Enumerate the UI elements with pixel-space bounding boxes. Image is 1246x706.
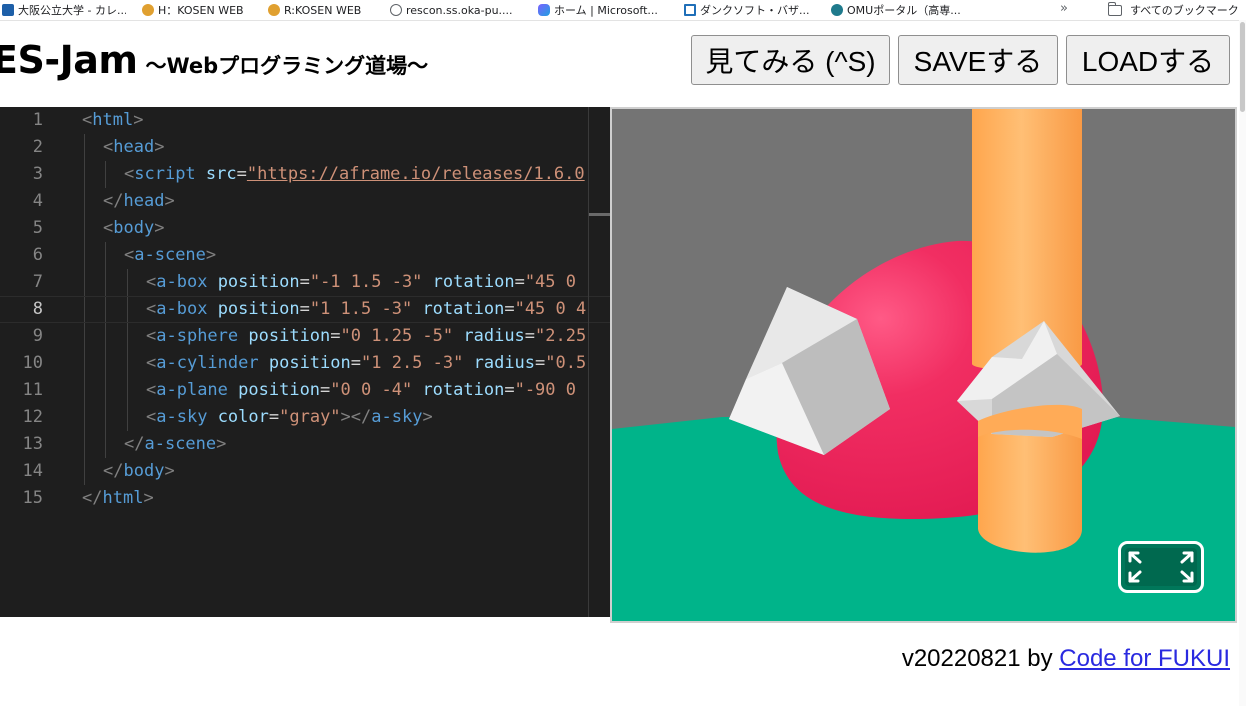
code-line: 15 </html> [0, 485, 610, 512]
all-bookmarks-folder[interactable]: すべてのブックマーク [1107, 1, 1239, 18]
folder-icon [1107, 1, 1122, 16]
line-number: 10 [22, 353, 43, 373]
fullscreen-icon[interactable] [1118, 541, 1204, 593]
bookmark-label: 大阪公立大学 - カレ... [18, 4, 126, 17]
bookmark-label: OMUポータル（高専... [847, 4, 961, 17]
folder-label: すべてのブックマーク [1130, 4, 1239, 17]
bookmark-microsoft[interactable]: ホーム | Microsoft... [538, 2, 670, 18]
house-icon [684, 4, 696, 16]
microsoft-icon [538, 4, 550, 16]
code-line: 1 <html> [0, 107, 610, 134]
app-name: ES-Jam [0, 38, 138, 82]
bookmark-rescon[interactable]: rescon.ss.oka-pu.... [390, 2, 525, 18]
line-number: 8 [32, 299, 43, 319]
osaka-univ-icon [2, 4, 14, 16]
save-button[interactable]: SAVEする [898, 35, 1058, 85]
line-number: 2 [32, 137, 43, 157]
line-number: 13 [22, 434, 43, 454]
page-scrollbar-thumb[interactable] [1240, 22, 1245, 112]
code-line: 12 <a-sky color="gray"></a-sky> [0, 404, 610, 431]
line-number: 1 [32, 110, 43, 130]
bookmarks-bar: 大阪公立大学 - カレ... H：KOSEN WEB R:KOSEN WEB r… [0, 0, 1246, 21]
page-title: ES-Jam 〜Webプログラミング道場〜 [0, 38, 428, 82]
code-line: 13 </a-scene> [0, 431, 610, 458]
code-line: 9 <a-sphere position="0 1.25 -5" radius=… [0, 323, 610, 350]
load-button[interactable]: LOADする [1066, 35, 1230, 85]
line-number: 12 [22, 407, 43, 427]
code-line: 6 <a-scene> [0, 242, 610, 269]
line-number: 6 [32, 245, 43, 265]
line-number: 5 [32, 218, 43, 238]
bookmark-osaka-univ[interactable]: 大阪公立大学 - カレ... [2, 2, 126, 18]
code-line: 3 <script src="https://aframe.io/release… [0, 161, 610, 188]
bookmark-dunksoft[interactable]: ダンクソフト・バザ... [684, 2, 819, 18]
line-number: 4 [32, 191, 43, 211]
line-number: 3 [32, 164, 43, 184]
app-subtitle: 〜Webプログラミング道場〜 [145, 54, 429, 78]
more-bookmarks-icon[interactable]: » [1060, 1, 1068, 16]
bookmark-label: ダンクソフト・バザ... [700, 4, 810, 17]
page-scrollbar-track[interactable] [1239, 20, 1246, 706]
bookmark-label: ホーム | Microsoft... [554, 4, 658, 17]
code-line: 10 <a-cylinder position="1 2.5 -3" radiu… [0, 350, 610, 377]
code-line-active: 8 <a-box position="1 1.5 -3" rotation="4… [0, 296, 610, 323]
cylinder [972, 109, 1082, 371]
bookmark-kosen-r[interactable]: R:KOSEN WEB [268, 2, 378, 18]
code-line: 7 <a-box position="-1 1.5 -3" rotation="… [0, 269, 610, 296]
footer: v20220821 by Code for FUKUI [902, 645, 1230, 673]
code-editor[interactable]: 1 <html> 2 <head> 3 <script src="https:/… [0, 107, 610, 617]
line-number: 14 [22, 461, 43, 481]
editor-scrollbar-thumb[interactable] [589, 213, 610, 216]
line-number: 7 [32, 272, 43, 292]
kosen-icon [142, 4, 154, 16]
code-line: 14 </body> [0, 458, 610, 485]
view-button[interactable]: 見てみる (^S) [691, 35, 890, 85]
sharepoint-icon [831, 4, 843, 16]
code-line: 5 <body> [0, 215, 610, 242]
code-for-fukui-link[interactable]: Code for FUKUI [1059, 645, 1230, 672]
script-url[interactable]: "https://aframe.io/releases/1.6.0 [247, 164, 585, 184]
editor-scrollbar-track[interactable] [588, 107, 589, 617]
bookmark-label: rescon.ss.oka-pu.... [406, 3, 513, 17]
line-number: 15 [22, 488, 43, 508]
kosen-icon [268, 4, 280, 16]
bookmark-label: R:KOSEN WEB [284, 3, 362, 17]
line-number: 9 [32, 326, 43, 346]
globe-icon [390, 4, 402, 16]
bookmark-omu-portal[interactable]: OMUポータル（高専... [831, 2, 971, 18]
code-line: 2 <head> [0, 134, 610, 161]
version-text: v20220821 by [901, 645, 1060, 672]
line-number: 11 [22, 380, 43, 400]
bookmark-kosen-h[interactable]: H：KOSEN WEB [142, 2, 254, 18]
code-line: 4 </head> [0, 188, 610, 215]
bookmark-label: H：KOSEN WEB [158, 4, 244, 17]
code-line: 11 <a-plane position="0 0 -4" rotation="… [0, 377, 610, 404]
scene-preview[interactable] [610, 107, 1237, 623]
